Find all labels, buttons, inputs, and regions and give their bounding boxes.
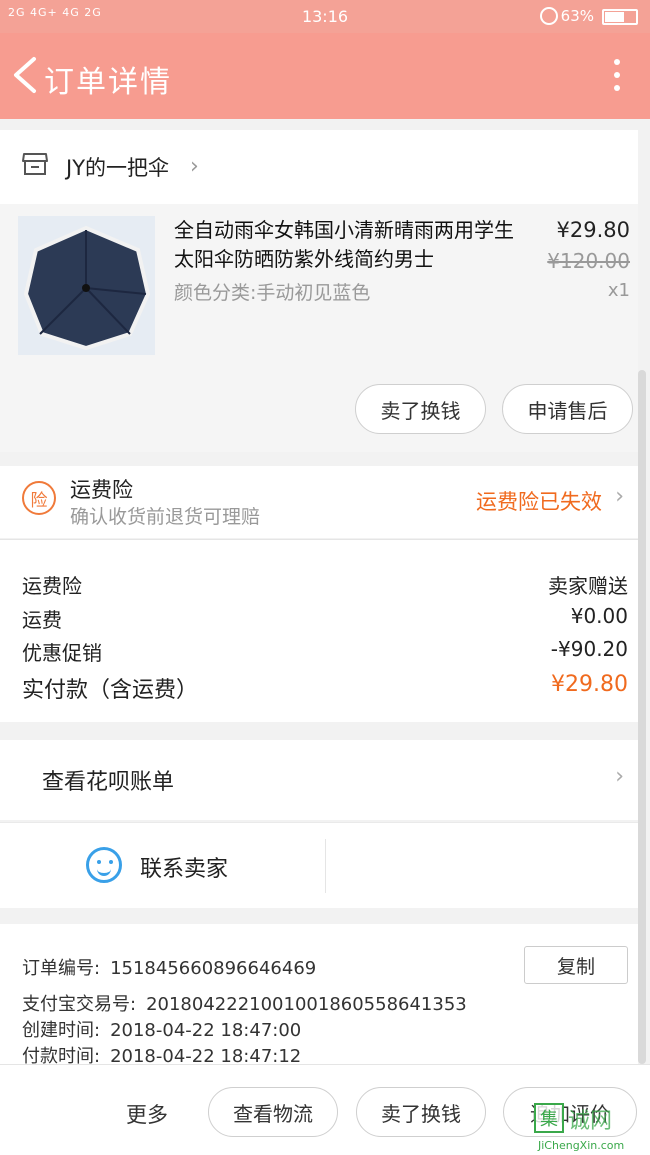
- order-number-line: 订单编号: 151845660896646469: [22, 954, 316, 980]
- insurance-status: 运费险已失效: [476, 490, 602, 514]
- created-time-label: 创建时间:: [22, 1020, 101, 1041]
- contact-row: 联系卖家: [0, 822, 638, 908]
- site-watermark: 集 诚网 JiChengXin.com: [534, 1103, 650, 1155]
- created-time-line: 创建时间: 2018-04-22 18:47:00: [22, 1016, 301, 1042]
- order-info: 订单编号: 151845660896646469 复制 支付宝交易号: 201804…: [0, 924, 638, 1067]
- product-image[interactable]: [18, 216, 155, 355]
- product-title[interactable]: 全自动雨伞女韩国小清新晴雨两用学生太阳伞防晒防紫外线简约男士: [174, 216, 526, 274]
- fee-label: 优惠促销: [22, 641, 102, 665]
- insurance-badge-icon: 险: [22, 481, 56, 515]
- total-value: ¥29.80: [551, 672, 628, 697]
- chevron-right-icon: ›: [615, 764, 624, 789]
- nav-bar: 订单详情: [0, 33, 650, 119]
- page-title: 订单详情: [44, 65, 172, 100]
- total-paid-row: 实付款（含运费） ¥29.80: [22, 672, 628, 703]
- created-time: 2018-04-22 18:47:00: [110, 1020, 302, 1041]
- scrollbar[interactable]: [638, 370, 646, 1064]
- after-sale-button[interactable]: 申请售后: [502, 384, 633, 434]
- total-label: 实付款（含运费）: [22, 678, 199, 703]
- fee-label: 运费险: [22, 574, 82, 598]
- sell-button-bottom[interactable]: 卖了换钱: [356, 1087, 486, 1137]
- shop-name: JY的一把伞: [66, 156, 170, 180]
- battery-fill: [605, 12, 624, 22]
- chevron-right-icon: ›: [615, 484, 624, 509]
- fee-row: 运费 ¥0.00: [22, 604, 628, 634]
- contact-seller-button[interactable]: 联系卖家: [140, 851, 228, 883]
- alipay-number-label: 支付宝交易号:: [22, 994, 137, 1015]
- umbrella-illustration: [18, 216, 155, 355]
- shipping-insurance-row[interactable]: 险 运费险 确认收货前退货可理赔 运费险已失效 ›: [0, 466, 638, 538]
- insurance-subtitle: 确认收货前退货可理赔: [70, 506, 261, 528]
- watermark-logo: 集: [534, 1103, 564, 1133]
- fee-value: 卖家赠送: [548, 574, 628, 598]
- chevron-right-icon: ›: [190, 154, 199, 179]
- shop-row[interactable]: JY的一把伞 ›: [0, 130, 638, 204]
- more-vertical-icon[interactable]: [612, 59, 622, 95]
- product-original-price: ¥120.00: [547, 249, 630, 273]
- huabei-label: 查看花呗账单: [42, 770, 175, 795]
- status-bar: 2G 4G+ 4G 2G 13:16 63%: [0, 0, 650, 33]
- product-quantity: x1: [607, 280, 630, 301]
- huabei-bill-row[interactable]: 查看花呗账单 ›: [0, 740, 638, 820]
- view-logistics-button[interactable]: 查看物流: [208, 1087, 338, 1137]
- store-icon: [22, 153, 48, 175]
- fee-row: 运费险 卖家赠送: [22, 570, 628, 600]
- battery-icon: [602, 9, 638, 25]
- alipay-number-line: 支付宝交易号: 2018042221001001860558641353: [22, 990, 467, 1016]
- more-button[interactable]: 更多: [126, 1099, 168, 1129]
- divider: [325, 839, 326, 893]
- watermark-text: 诚网: [568, 1109, 613, 1134]
- fee-value: ¥0.00: [570, 604, 628, 628]
- order-number: 151845660896646469: [110, 958, 317, 979]
- fee-row: 优惠促销 -¥90.20: [22, 637, 628, 667]
- fee-value: -¥90.20: [550, 637, 628, 661]
- sell-button[interactable]: 卖了换钱: [355, 384, 486, 434]
- fee-summary: 运费险 卖家赠送 运费 ¥0.00 优惠促销 -¥90.20 实付款（含运费） …: [0, 539, 638, 722]
- product-price: ¥29.80: [556, 218, 630, 242]
- lock-rotation-icon: [540, 7, 558, 25]
- order-item: 全自动雨伞女韩国小清新晴雨两用学生太阳伞防晒防紫外线简约男士 颜色分类:手动初见…: [0, 204, 638, 452]
- alipay-number: 2018042221001001860558641353: [146, 994, 467, 1015]
- copy-button[interactable]: 复制: [524, 946, 628, 984]
- battery-percent: 63%: [560, 7, 594, 25]
- fee-label: 运费: [22, 608, 62, 632]
- back-arrow-icon[interactable]: [10, 55, 40, 95]
- order-number-label: 订单编号:: [22, 958, 101, 979]
- watermark-url: JiChengXin.com: [538, 1139, 625, 1152]
- insurance-title: 运费险: [70, 478, 133, 502]
- chat-smile-icon[interactable]: [86, 847, 122, 883]
- product-sku: 颜色分类:手动初见蓝色: [174, 282, 371, 304]
